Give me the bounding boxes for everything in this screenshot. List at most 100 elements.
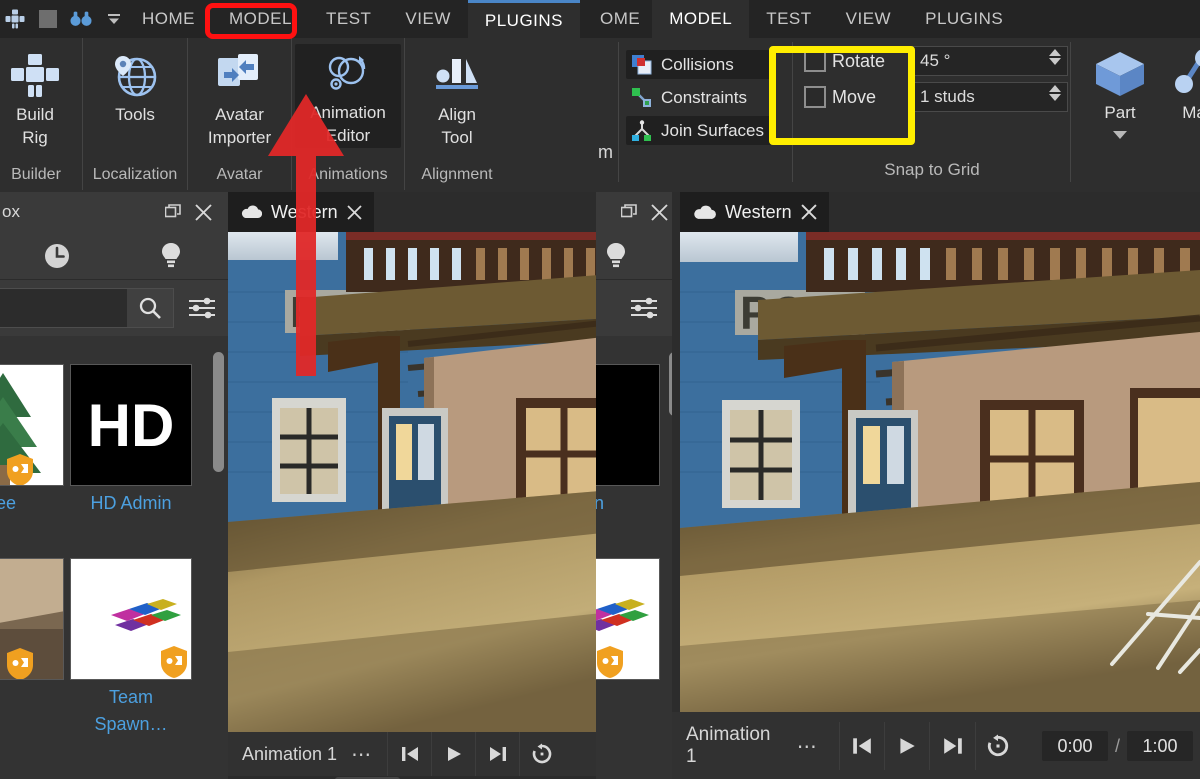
snap-move-row: Move 1 studs [804,82,1068,112]
square-icon[interactable] [37,8,59,30]
tab-home[interactable]: HOME [125,0,212,38]
tab-test[interactable]: TEST [309,0,388,38]
list-item[interactable]: Team Spawn… [70,558,192,738]
right-studio-window: OME MODEL TEST VIEW PLUGINS m Collisions… [596,0,1200,779]
toolbox-scrollbar[interactable] [213,352,224,472]
binoculars-icon[interactable] [70,8,92,30]
skip-back-icon[interactable] [387,732,431,776]
avatar-importer-label-2: Importer [207,128,272,147]
current-time[interactable]: 0:00 [1041,731,1108,761]
move-increment-input[interactable]: 1 studs [910,82,1068,112]
material-button[interactable]: Ma [1164,42,1200,141]
asset-thumbnail [0,364,64,486]
align-tool-button[interactable]: Align Tool [409,44,505,150]
move-checkbox[interactable] [804,86,826,108]
close-icon[interactable] [190,199,216,225]
animation-name[interactable]: Animation 1 [228,744,337,765]
move-stepper[interactable] [1049,85,1061,101]
list-item[interactable] [0,558,64,684]
hd-admin-thumb: HD [87,391,175,459]
animation-editor-button[interactable]: Animation Editor [295,44,401,148]
play-icon[interactable] [884,722,929,770]
list-item[interactable]: ree [0,364,64,516]
loop-icon[interactable] [519,732,563,776]
left-3d-viewport[interactable]: POST [228,232,612,732]
undock-icon[interactable] [160,199,186,225]
list-item[interactable]: HD HD Admin [70,364,192,516]
total-time[interactable]: 1:00 [1127,731,1193,761]
align-tool-label-1: Align [438,105,476,124]
ellipsis-icon[interactable]: ⋯ [777,734,839,759]
skip-back-icon[interactable] [838,722,884,770]
search-input[interactable]: ch [0,288,174,328]
close-icon[interactable] [646,199,672,225]
part-button[interactable]: Part [1076,42,1164,141]
toolbox-filter-button[interactable] [622,296,666,320]
tab-test[interactable]: TEST [749,0,828,38]
close-icon[interactable] [801,204,817,220]
stepper-up-icon[interactable] [1049,85,1061,92]
group-title-localization: Localization [92,166,178,183]
tab-plugins[interactable]: PLUGINS [908,0,1020,38]
group-title-avatar: Avatar [216,166,263,183]
ribbon-group-animations: Animation Editor Animations [291,38,404,190]
stepper-up-icon[interactable] [1049,49,1061,56]
right-3d-viewport[interactable]: POST [680,232,1200,712]
search-button[interactable] [127,289,173,327]
collisions-label: Collisions [661,54,734,74]
chevron-down-icon[interactable] [1113,131,1127,139]
left-toolbox-panel: ox ee HD HD Admin Team Spawn… [0,192,228,779]
overflow-chevron-icon[interactable] [103,8,125,30]
loop-icon[interactable] [974,722,1020,770]
viewport-tab-western[interactable]: Western [680,192,829,232]
animation-name[interactable]: Animation 1 [672,724,777,768]
list-item[interactable]: n [596,364,660,516]
close-icon[interactable] [347,204,362,220]
western-post-office-scene: POST [680,232,1200,712]
stepper-down-icon[interactable] [1049,94,1061,101]
play-icon[interactable] [431,732,475,776]
tab-view[interactable]: VIEW [829,0,908,38]
asset-thumbnail [70,558,192,680]
toolbox-category-tabs [0,232,228,280]
toolbox-tab-inspiration[interactable] [598,242,634,270]
join-surfaces-toggle[interactable]: Join Surfaces [626,116,771,145]
toolbox-panel-title: ox [2,202,20,221]
rig-icon[interactable] [4,8,26,30]
right-ribbon: m Collisions Constraints Join Surfaces R… [596,38,1200,190]
asset-thumbnail [0,558,64,680]
skip-forward-icon[interactable] [929,722,974,770]
sliders-icon [631,297,657,319]
tab-view[interactable]: VIEW [388,0,467,38]
ribbon-group-alignment: Align Tool Alignment [404,38,509,190]
rig-builder-icon [6,50,64,102]
viewport-tab-western[interactable]: Western [228,192,374,232]
toolbox-tab-inspiration[interactable] [114,242,228,270]
material-label: Ma [1182,103,1200,122]
right-toolbox-search-row [596,280,684,336]
toolbox-tab-recent[interactable] [0,242,114,270]
undock-icon[interactable] [616,199,642,225]
ellipsis-icon[interactable]: ⋯ [337,742,387,767]
toolbox-filter-button[interactable] [182,296,222,320]
tab-model[interactable]: MODEL [212,0,309,38]
snap-to-grid-title: Snap to Grid [884,160,980,179]
collisions-toggle[interactable]: Collisions [626,50,771,79]
tab-plugins[interactable]: PLUGINS [467,0,581,38]
skip-forward-icon[interactable] [475,732,519,776]
snap-to-grid-group: Rotate 45 ° Move 1 studs Snap to Grid [796,38,1068,190]
material-icon [1165,48,1200,100]
localization-tools-button[interactable]: Tools [87,44,183,127]
toolbox-asset-grid: ree HD HD Admin [0,336,228,779]
rotate-checkbox[interactable] [804,50,826,72]
tab-model[interactable]: MODEL [652,0,750,38]
list-item[interactable] [596,558,660,680]
rotate-stepper[interactable] [1049,49,1061,65]
tab-home[interactable]: OME [596,0,652,38]
stepper-down-icon[interactable] [1049,58,1061,65]
avatar-importer-button[interactable]: Avatar Importer [192,44,288,150]
right-anim-transport: Animation 1 ⋯ 0:00 / 1:00 [672,722,1200,770]
rotate-increment-input[interactable]: 45 ° [910,46,1068,76]
constraints-toggle[interactable]: Constraints [626,83,771,112]
build-rig-button[interactable]: Build Rig [0,44,74,150]
